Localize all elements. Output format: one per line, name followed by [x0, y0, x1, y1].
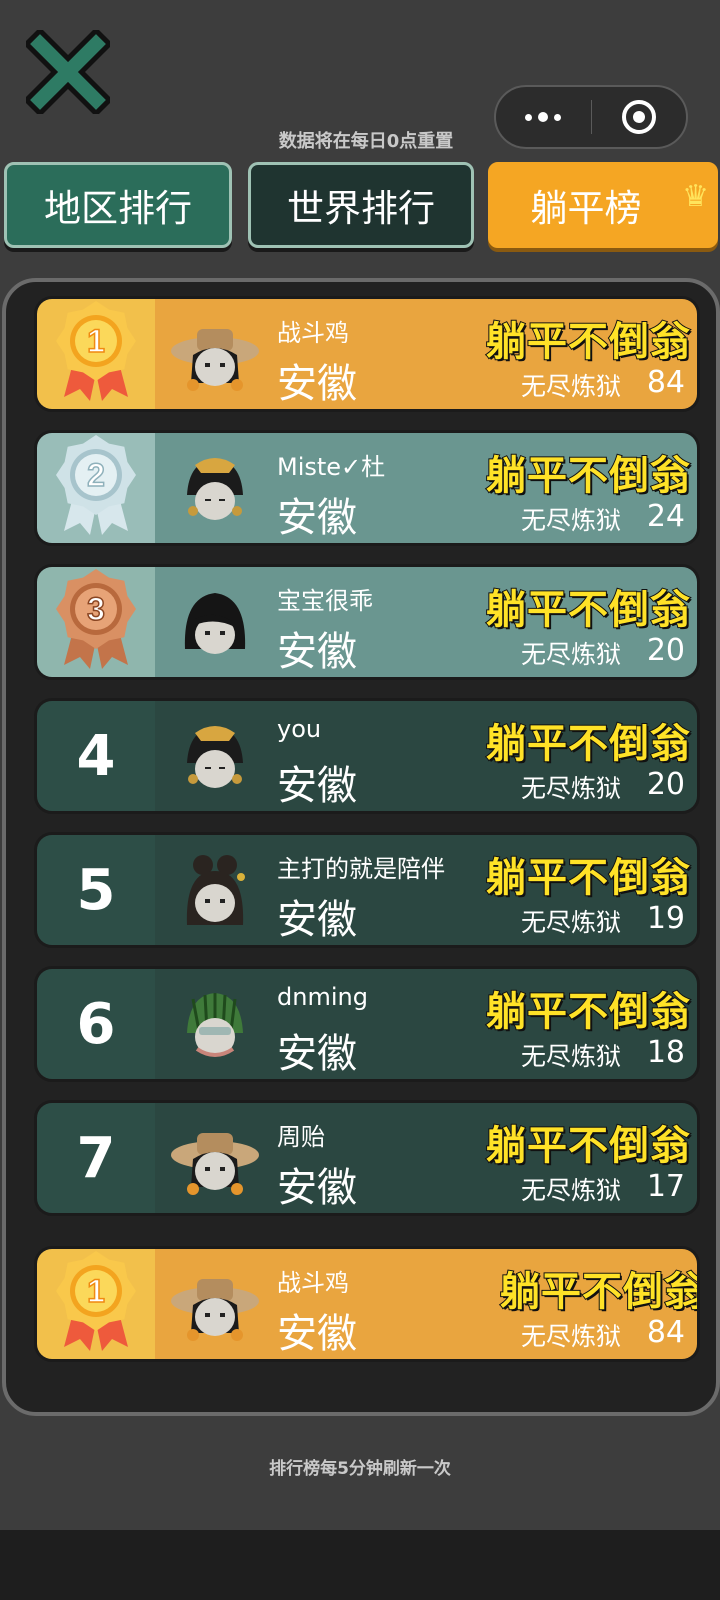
player-info: 主打的就是陪伴安徽 躺平不倒翁无尽炼狱 19 — [155, 835, 697, 945]
rank-cell: 1 — [37, 1249, 155, 1359]
player-info: 周贻安徽 躺平不倒翁无尽炼狱 17 — [155, 1103, 697, 1213]
leaderboard-row[interactable]: 1 战斗鸡安徽 躺平不倒翁无尽炼狱 84 — [34, 296, 700, 412]
self-rank-row[interactable]: 1 战斗鸡安徽 躺平不倒翁无尽炼狱 84 — [34, 1246, 700, 1362]
avatar[interactable] — [169, 445, 261, 535]
player-region: 安徽 — [277, 897, 357, 943]
tab-label: 世界排行 — [287, 187, 435, 230]
player-nickname: you — [277, 715, 322, 743]
crown-icon: ♛ — [682, 179, 709, 214]
player-nickname: 战斗鸡 — [277, 319, 349, 347]
rank-cell: 1 — [37, 299, 155, 409]
tab-label: 躺平榜 — [530, 187, 642, 230]
rank-cell: 4 — [37, 701, 155, 811]
player-nickname: 战斗鸡 — [277, 1269, 349, 1297]
avatar[interactable] — [169, 579, 261, 669]
player-score: 84 — [646, 365, 685, 400]
player-info: you 安徽 躺平不倒翁无尽炼狱 20 — [155, 701, 697, 811]
player-score: 24 — [646, 499, 685, 534]
player-score: 20 — [646, 767, 685, 802]
player-score: 19 — [646, 901, 685, 936]
player-region: 安徽 — [277, 1311, 357, 1357]
silver-medal-icon: 2 — [50, 433, 142, 543]
rank-cell: 2 — [37, 433, 155, 543]
player-title: 躺平不倒翁 — [499, 1268, 700, 1316]
player-nickname: 主打的就是陪伴 — [277, 855, 445, 883]
player-title: 躺平不倒翁 — [485, 854, 691, 902]
tab-world-ranking[interactable]: 世界排行 — [248, 162, 474, 248]
player-score: 20 — [646, 633, 685, 668]
rank-number: 7 — [76, 1125, 116, 1191]
player-region: 安徽 — [277, 1165, 357, 1211]
leaderboard-row[interactable]: 3 宝宝很乖安徽 躺平不倒翁无尽炼狱 20 — [34, 564, 700, 680]
gold-medal-icon: 1 — [50, 299, 142, 409]
player-title: 躺平不倒翁 — [485, 1122, 691, 1170]
reset-note: 数据将在每日0点重置 — [278, 131, 454, 152]
player-score: 18 — [646, 1035, 685, 1070]
bronze-medal-icon: 3 — [50, 567, 142, 677]
more-dots-icon — [525, 112, 562, 122]
rank-number: 4 — [76, 723, 116, 789]
avatar[interactable] — [169, 713, 261, 803]
player-info: 战斗鸡安徽 躺平不倒翁无尽炼狱 84 — [155, 1249, 697, 1359]
tab-label: 地区排行 — [44, 187, 192, 230]
gold-medal-icon: 1 — [50, 1249, 142, 1359]
leaderboard-panel[interactable]: 1 战斗鸡 安徽 躺平不倒翁 无尽炼狱 84 2 Miste✓杜 安徽 躺平不倒翁 无尽炼狱 2… — [2, 278, 720, 1416]
player-region: 安徽 — [277, 763, 357, 809]
player-info: Miste✓杜安徽 躺平不倒翁无尽炼狱 24 — [155, 433, 697, 543]
player-info: 战斗鸡安徽 躺平不倒翁无尽炼狱 84 — [155, 299, 697, 409]
bottom-bar — [0, 1530, 720, 1600]
player-nickname: 宝宝很乖 — [277, 587, 373, 615]
player-nickname: 周贻 — [277, 1123, 325, 1151]
tab-region-ranking[interactable]: 地区排行 — [4, 162, 232, 248]
svg-text:2: 2 — [87, 457, 105, 493]
tab-flat-ranking[interactable]: 躺平榜 ♛ — [488, 162, 718, 248]
leaderboard-row[interactable]: 6 dnming 安徽 躺平不倒翁无尽炼狱 18 — [34, 966, 700, 1082]
player-region: 安徽 — [277, 629, 357, 675]
game-mode: 无尽炼狱 — [520, 506, 621, 535]
player-title: 躺平不倒翁 — [485, 988, 691, 1036]
game-mode: 无尽炼狱 — [520, 908, 621, 937]
game-mode: 无尽炼狱 — [520, 640, 621, 669]
avatar[interactable] — [169, 847, 261, 937]
player-title: 躺平不倒翁 — [485, 452, 691, 500]
close-icon[interactable] — [23, 27, 113, 117]
svg-text:1: 1 — [87, 1273, 105, 1309]
leaderboard-row[interactable]: 4 you 安徽 躺平不倒翁无尽炼狱 20 — [34, 698, 700, 814]
rank-cell: 7 — [37, 1103, 155, 1213]
player-title: 躺平不倒翁 — [485, 318, 691, 366]
rank-cell: 6 — [37, 969, 155, 1079]
player-nickname: Miste✓杜 — [277, 453, 386, 481]
player-info: 宝宝很乖安徽 躺平不倒翁无尽炼狱 20 — [155, 567, 697, 677]
player-region: 安徽 — [277, 495, 357, 541]
player-title: 躺平不倒翁 — [485, 720, 691, 768]
game-mode: 无尽炼狱 — [520, 1322, 621, 1351]
leaderboard-row[interactable]: 7 周贻安徽 躺平不倒翁无尽炼狱 17 — [34, 1100, 700, 1216]
rank-cell: 5 — [37, 835, 155, 945]
player-nickname: dnming — [277, 983, 368, 1011]
refresh-note: 排行榜每5分钟刷新一次 — [269, 1459, 451, 1479]
avatar[interactable] — [169, 311, 261, 401]
avatar[interactable] — [169, 1115, 261, 1205]
game-mode: 无尽炼狱 — [520, 372, 621, 401]
leaderboard-row[interactable]: 2 Miste✓杜安徽 躺平不倒翁无尽炼狱 24 — [34, 430, 700, 546]
rank-number: 5 — [76, 857, 116, 923]
game-mode: 无尽炼狱 — [520, 1042, 621, 1071]
game-mode: 无尽炼狱 — [520, 774, 621, 803]
player-info: dnming 安徽 躺平不倒翁无尽炼狱 18 — [155, 969, 697, 1079]
svg-text:1: 1 — [87, 323, 105, 359]
avatar[interactable] — [169, 981, 261, 1071]
player-region: 安徽 — [277, 361, 357, 407]
avatar[interactable] — [169, 1261, 261, 1351]
leaderboard-row[interactable]: 5 主打的就是陪伴安徽 躺平不倒翁无尽炼狱 19 — [34, 832, 700, 948]
player-score: 17 — [646, 1169, 685, 1204]
player-region: 安徽 — [277, 1031, 357, 1077]
player-score: 84 — [646, 1315, 685, 1350]
player-title: 躺平不倒翁 — [485, 586, 691, 634]
game-mode: 无尽炼狱 — [520, 1176, 621, 1205]
rank-number: 6 — [76, 991, 116, 1057]
rank-cell: 3 — [37, 567, 155, 677]
svg-text:3: 3 — [87, 591, 105, 627]
